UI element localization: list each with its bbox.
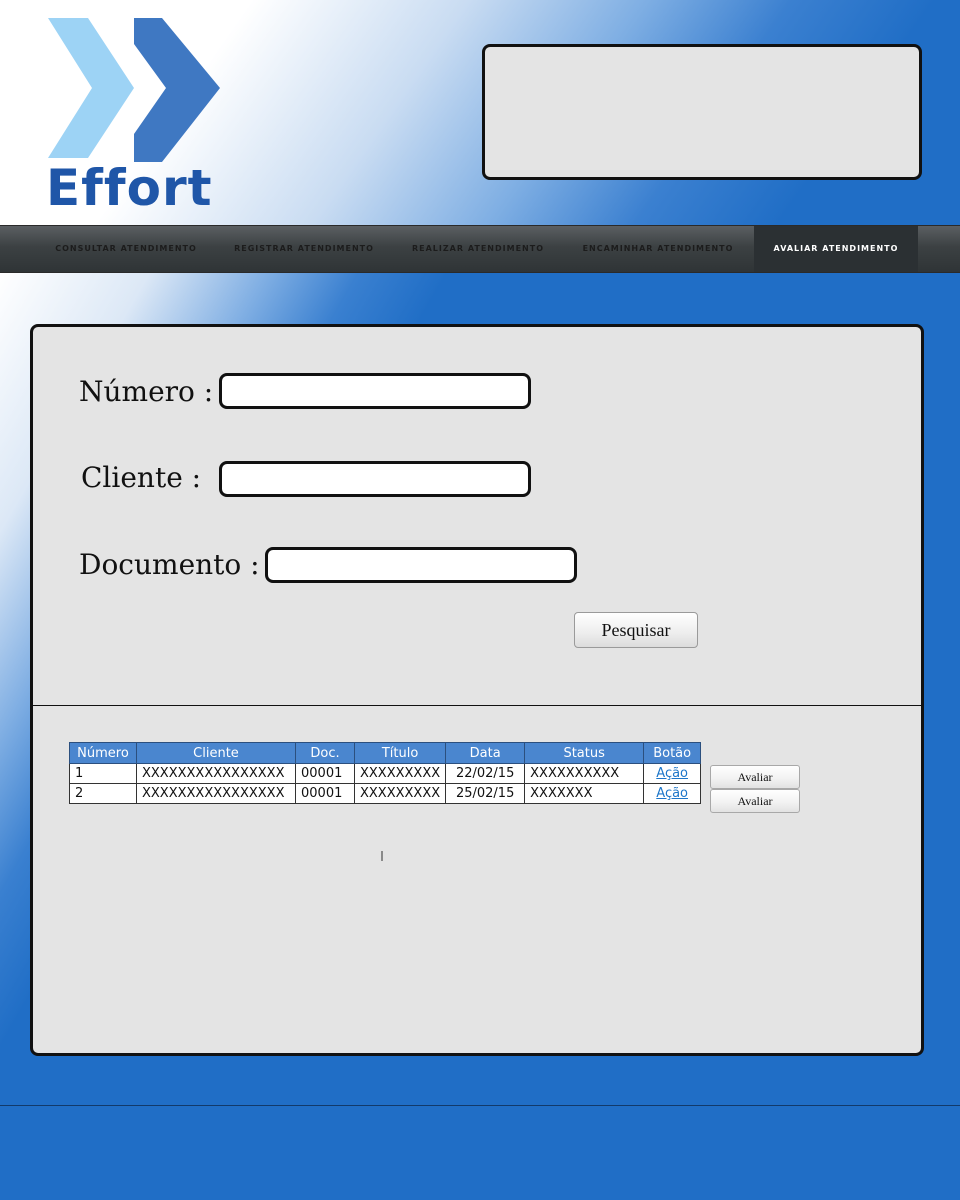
documento-input[interactable] [265, 547, 577, 583]
cell-data: 22/02/15 [445, 763, 526, 784]
cell-doc: 00001 [295, 763, 355, 784]
numero-label: Número : [79, 375, 214, 408]
table-row: 1 XXXXXXXXXXXXXXXX 00001 XXXXXXXXX 22/02… [69, 763, 702, 784]
search-button[interactable]: Pesquisar [574, 612, 698, 648]
cell-titulo: XXXXXXXXX [353, 783, 447, 804]
nav-item-consultar-atendimento[interactable]: CONSULTAR ATENDIMENTO [40, 226, 212, 272]
nav-item-encaminhar-atendimento[interactable]: ENCAMINHAR ATENDIMENTO [568, 226, 748, 272]
column-header-doc: Doc. [295, 742, 355, 764]
nav-item-registrar-atendimento[interactable]: REGISTRAR ATENDIMENTO [218, 226, 390, 272]
chevrons-logo-icon [48, 18, 220, 162]
brand-name: Effort [46, 159, 213, 217]
search-panel: Número : Cliente : Documento : Pesquisar… [30, 324, 924, 1056]
column-header-status: Status [524, 742, 645, 764]
footer-divider [0, 1105, 960, 1106]
cell-cliente: XXXXXXXXXXXXXXXX [136, 783, 296, 804]
acao-link[interactable]: Ação [656, 766, 688, 781]
acao-link[interactable]: Ação [656, 786, 688, 801]
cell-acao: Ação [643, 783, 702, 804]
numero-input[interactable] [219, 373, 531, 409]
column-header-data: Data [445, 742, 526, 764]
cliente-label: Cliente : [81, 461, 202, 494]
column-header-cliente: Cliente [136, 742, 296, 764]
header-banner-box [482, 44, 922, 180]
column-header-botao: Botão [643, 742, 702, 764]
cell-status: XXXXXXXXXX [524, 763, 645, 784]
table-header-row: Número Cliente Doc. Título Data Status B… [69, 742, 702, 764]
results-table: Número Cliente Doc. Título Data Status B… [69, 742, 702, 804]
column-header-titulo: Título [353, 742, 447, 764]
nav-item-realizar-atendimento[interactable]: REALIZAR ATENDIMENTO [392, 226, 564, 272]
cell-doc: 00001 [295, 783, 355, 804]
column-header-numero: Número [69, 742, 137, 764]
effort-logo: Effort [46, 16, 226, 217]
text-cursor-mark [381, 851, 383, 861]
main-navbar: CONSULTAR ATENDIMENTO REGISTRAR ATENDIME… [0, 225, 960, 273]
avaliar-button-row-1[interactable]: Avaliar [710, 765, 800, 789]
nav-item-avaliar-atendimento[interactable]: AVALIAR ATENDIMENTO [754, 226, 918, 272]
cell-cliente: XXXXXXXXXXXXXXXX [136, 763, 296, 784]
documento-label: Documento : [79, 548, 260, 581]
cell-numero: 2 [69, 783, 137, 804]
cell-status: XXXXXXX [524, 783, 645, 804]
cliente-input[interactable] [219, 461, 531, 497]
panel-divider [33, 705, 921, 706]
cell-numero: 1 [69, 763, 137, 784]
table-row: 2 XXXXXXXXXXXXXXXX 00001 XXXXXXXXX 25/02… [69, 783, 702, 804]
avaliar-button-row-2[interactable]: Avaliar [710, 789, 800, 813]
cell-acao: Ação [643, 763, 702, 784]
cell-titulo: XXXXXXXXX [353, 763, 447, 784]
cell-data: 25/02/15 [445, 783, 526, 804]
